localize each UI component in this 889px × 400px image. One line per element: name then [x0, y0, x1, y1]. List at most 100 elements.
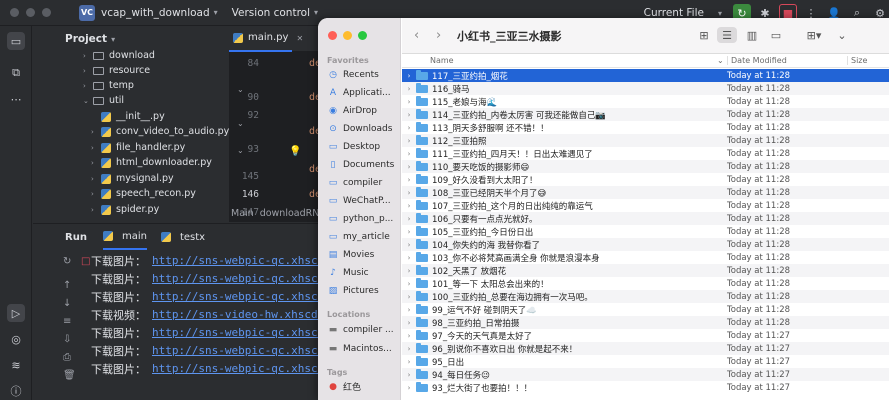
stop-icon[interactable]: □ [81, 256, 90, 267]
tree-item[interactable]: › conv_video_to_audio.py [91, 124, 229, 139]
rerun-icon[interactable]: ↻ [63, 256, 71, 267]
close-window-button[interactable] [10, 8, 19, 17]
tree-item[interactable]: › html_downloader.py [91, 155, 212, 170]
disclosure-triangle-icon[interactable]: › [402, 150, 416, 158]
project-panel-title[interactable]: Project [65, 33, 107, 45]
disclosure-triangle-icon[interactable]: › [402, 306, 416, 314]
sidebar-item-applications[interactable]: A Applicati... [327, 84, 391, 101]
soft-wrap-icon[interactable]: ≡ [63, 316, 71, 327]
delete-icon[interactable]: 🗑 [63, 370, 76, 381]
sidebar-item-my-article[interactable]: ▭ my_article [327, 228, 390, 245]
sidebar-item-compiler[interactable]: ▭ compiler [327, 174, 382, 191]
disclosure-triangle-icon[interactable]: › [402, 72, 416, 80]
project-switcher[interactable]: vcap_with_download [101, 7, 210, 19]
list-item[interactable]: › 110_要天吃饭的摄影师😄 Today at 11:28 [402, 160, 889, 173]
disclosure-triangle-icon[interactable]: › [402, 358, 416, 366]
sidebar-item-macintosh-hd[interactable]: ▬ Macintos... [327, 340, 392, 357]
back-icon[interactable]: ‹ [414, 28, 419, 43]
more-options-icon[interactable]: ⌄ [832, 27, 852, 43]
sidebar-item-airdrop[interactable]: ◉ AirDrop [327, 102, 377, 119]
close-tab-icon[interactable]: ✕ [292, 26, 307, 52]
scroll-up-icon[interactable]: ↑ [63, 280, 71, 291]
icon-view-icon[interactable]: ⊞ [694, 27, 714, 43]
disclosure-triangle-icon[interactable]: › [402, 163, 416, 171]
list-item[interactable]: › 93_烂大街了也要拍！！！ Today at 11:27 [402, 381, 889, 394]
list-item[interactable]: › 116_骑马 Today at 11:28 [402, 82, 889, 95]
structure-tool-icon[interactable]: ⧉ [7, 64, 25, 82]
disclosure-triangle-icon[interactable]: › [402, 215, 416, 223]
list-item[interactable]: › 99_运气不好 碰到阴天了☁️ Today at 11:28 [402, 303, 889, 316]
scroll-down-icon[interactable]: ↓ [63, 298, 71, 309]
sidebar-item-desktop[interactable]: ▭ Desktop [327, 138, 380, 155]
tree-item[interactable]: › download [83, 48, 155, 63]
disclosure-triangle-icon[interactable]: › [402, 293, 416, 301]
disclosure-triangle-icon[interactable]: › [402, 384, 416, 392]
list-item[interactable]: › 97_今天的天气真是太好了 Today at 11:27 [402, 329, 889, 342]
tree-item[interactable]: › mysignal.py [91, 171, 174, 186]
disclosure-triangle-icon[interactable]: › [402, 319, 416, 327]
sidebar-item-music[interactable]: ♪ Music [327, 264, 368, 281]
disclosure-triangle-icon[interactable]: › [402, 111, 416, 119]
breadcrumb-item[interactable]: Main [231, 208, 254, 219]
tree-item[interactable]: __init__.py [101, 109, 165, 124]
tree-item[interactable]: › spider.py [91, 202, 159, 217]
disclosure-triangle-icon[interactable]: › [402, 228, 416, 236]
tree-item[interactable]: › speech_recon.py [91, 186, 196, 201]
forward-icon[interactable]: › [436, 28, 441, 43]
list-item[interactable]: › 103_你不必将梵高画满全身 你就是浪漫本身 Today at 11:28 [402, 251, 889, 264]
console-link[interactable]: http://sns-webpic-qc.xhscdn [152, 254, 331, 267]
run-tool-icon[interactable]: ▷ [7, 304, 25, 322]
disclosure-triangle-icon[interactable]: › [402, 280, 416, 288]
lightbulb-icon[interactable]: 💡 [289, 146, 301, 157]
editor-tab-main[interactable]: main.py [229, 26, 293, 52]
group-by-icon[interactable]: ⊞▾ [804, 27, 824, 43]
more-tools-icon[interactable]: ⋯ [7, 90, 25, 108]
fold-icon[interactable]: ⌄ [237, 85, 244, 94]
list-item[interactable]: › 108_三亚已经阴天半个月了😅 Today at 11:28 [402, 186, 889, 199]
breadcrumb-item[interactable]: downloadRN [260, 208, 318, 219]
sidebar-item-pictures[interactable]: ▨ Pictures [327, 282, 379, 299]
gallery-view-icon[interactable]: ▭ [766, 27, 786, 43]
sidebar-item-documents[interactable]: ▯ Documents [327, 156, 395, 173]
disclosure-triangle-icon[interactable]: › [402, 176, 416, 184]
disclosure-triangle-icon[interactable]: › [402, 85, 416, 93]
fold-icon[interactable]: ⌄ [237, 146, 244, 155]
list-item[interactable]: › 114_三亚约拍_内卷太厉害 可我还能做自己📷 Today at 11:28 [402, 108, 889, 121]
column-view-icon[interactable]: ▥ [742, 27, 762, 43]
tree-item[interactable]: › temp [83, 78, 134, 93]
list-item[interactable]: › 106_只要有一点点光就好。 Today at 11:28 [402, 212, 889, 225]
column-size[interactable]: Size [847, 56, 867, 65]
list-item[interactable]: › 107_三亚约拍_这个月的日出纯纯的靠运气 Today at 11:28 [402, 199, 889, 212]
list-item[interactable]: › 112_三亚拍照 Today at 11:28 [402, 134, 889, 147]
layers-icon[interactable]: ≋ [7, 356, 25, 374]
sidebar-item-compiler-drive[interactable]: ▬ compiler ... [327, 321, 394, 338]
list-item[interactable]: › 94_每日任务😉 Today at 11:27 [402, 368, 889, 381]
python-packages-icon[interactable]: ◎ [7, 330, 25, 348]
disclosure-triangle-icon[interactable]: › [402, 267, 416, 275]
list-item[interactable]: › 96_别说你不喜欢日出 你就是起不来！ Today at 11:27 [402, 342, 889, 355]
zoom-window-button[interactable] [42, 8, 51, 17]
sidebar-item-downloads[interactable]: ⊙ Downloads [327, 120, 392, 137]
disclosure-triangle-icon[interactable]: › [402, 189, 416, 197]
run-tab-main[interactable]: main [102, 224, 147, 250]
list-item[interactable]: › 113_阴天多舒服啊 还不错！！ Today at 11:28 [402, 121, 889, 134]
list-item[interactable]: › 100_三亚约拍_总要在海边拥有一次马吧。 Today at 11:28 [402, 290, 889, 303]
console-link[interactable]: http://sns-webpic-qc.xhscdn [152, 290, 331, 303]
disclosure-triangle-icon[interactable]: › [402, 241, 416, 249]
list-view-icon[interactable]: ☰ [717, 27, 737, 43]
list-item[interactable]: › 111_三亚约拍_四月天！！日出太难遇见了 Today at 11:28 [402, 147, 889, 160]
disclosure-triangle-icon[interactable]: › [402, 137, 416, 145]
console-link[interactable]: http://sns-webpic-qc.xhscdn [152, 344, 331, 357]
disclosure-triangle-icon[interactable]: › [402, 124, 416, 132]
list-item[interactable]: › 117_三亚约拍_烟花 Today at 11:28 [402, 69, 889, 82]
sidebar-item-tag-red[interactable]: ● 红色 [327, 378, 361, 395]
sidebar-item-python-p[interactable]: ▭ python_p... [327, 210, 394, 227]
problems-icon[interactable]: ⓘ [7, 382, 25, 400]
tree-item[interactable]: › file_handler.py [91, 140, 185, 155]
list-item[interactable]: › 115_老娘与海🌊 Today at 11:28 [402, 95, 889, 108]
disclosure-triangle-icon[interactable]: › [402, 332, 416, 340]
close-window-button[interactable] [328, 31, 337, 40]
print-icon[interactable]: ⎙ [63, 352, 71, 363]
disclosure-triangle-icon[interactable]: › [402, 345, 416, 353]
list-item[interactable]: › 95_日出 Today at 11:27 [402, 355, 889, 368]
